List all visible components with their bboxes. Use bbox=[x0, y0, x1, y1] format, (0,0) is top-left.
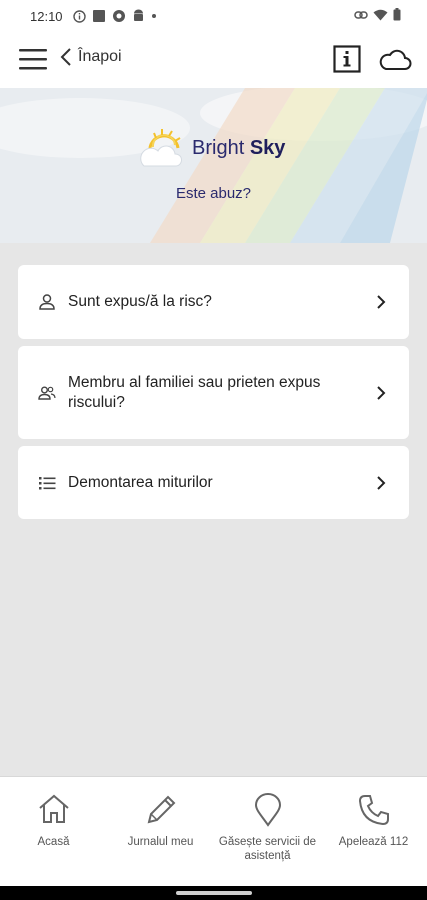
brand-name-light: Bright bbox=[192, 136, 245, 159]
list-icon bbox=[39, 476, 56, 489]
info-box-icon bbox=[333, 45, 361, 73]
status-system-icons bbox=[354, 8, 401, 21]
status-notification-icons bbox=[72, 9, 157, 23]
chevron-right-icon bbox=[377, 295, 386, 309]
chevron-left-icon bbox=[60, 48, 71, 66]
square-icon bbox=[92, 10, 105, 22]
cloud-button[interactable] bbox=[378, 46, 412, 74]
hamburger-menu-icon bbox=[19, 49, 47, 70]
home-icon bbox=[38, 794, 69, 823]
card-label: Demontarea miturilor bbox=[68, 473, 213, 491]
brand-name-bold: Sky bbox=[249, 136, 286, 159]
dot-icon bbox=[151, 14, 156, 18]
info-circle-icon bbox=[72, 9, 86, 23]
card-label: Sunt expus/ă la risc? bbox=[68, 293, 212, 310]
status-bar: 12:10 bbox=[0, 0, 427, 32]
menu-button[interactable] bbox=[18, 45, 48, 75]
person-icon bbox=[39, 294, 55, 310]
people-icon bbox=[38, 386, 56, 400]
card-label: Membru al familiei sau prieten expus ris… bbox=[68, 373, 321, 411]
location-pin-icon bbox=[254, 793, 281, 827]
nav-label: Apelează 112 bbox=[338, 836, 409, 848]
cloud-icon bbox=[379, 49, 412, 70]
page-title: Este abuz? bbox=[175, 185, 252, 202]
sun-cloud-logo-icon bbox=[140, 129, 182, 167]
android-icon bbox=[133, 9, 143, 21]
brand-name: Bright Sky bbox=[192, 137, 285, 160]
gesture-bar bbox=[0, 886, 427, 900]
back-label: Înapoi bbox=[78, 48, 122, 65]
phone-icon bbox=[358, 795, 389, 826]
status-time: 12:10 bbox=[30, 8, 63, 24]
battery-icon bbox=[393, 8, 401, 21]
nav-label: Găsește servicii de asistență bbox=[218, 836, 317, 862]
pencil-icon bbox=[147, 795, 175, 824]
brand-logo: Bright Sky bbox=[140, 126, 285, 170]
link-icon bbox=[354, 10, 368, 19]
nav-journal[interactable]: Jurnalul meu bbox=[107, 777, 214, 887]
nav-label: Acasă bbox=[37, 836, 70, 848]
bottom-navigation: Acasă Jurnalul meu Găsește servicii de a… bbox=[0, 776, 427, 887]
card-myths[interactable]: Demontarea miturilor bbox=[18, 446, 409, 519]
chevron-right-icon bbox=[377, 475, 386, 490]
card-family-friend[interactable]: Membru al familiei sau prieten expus ris… bbox=[18, 346, 409, 439]
nav-home[interactable]: Acasă bbox=[0, 777, 107, 887]
wifi-icon bbox=[373, 9, 388, 20]
header-banner: Bright Sky Este abuz? bbox=[0, 88, 427, 243]
info-button[interactable] bbox=[333, 45, 361, 73]
app-bar: Înapoi bbox=[0, 32, 427, 88]
nav-call-112[interactable]: Apelează 112 bbox=[320, 777, 427, 887]
card-at-risk[interactable]: Sunt expus/ă la risc? bbox=[18, 265, 409, 339]
chevron-right-icon bbox=[377, 385, 386, 400]
home-gesture-handle[interactable] bbox=[176, 891, 252, 895]
record-icon bbox=[112, 10, 125, 22]
back-button[interactable]: Înapoi bbox=[60, 47, 122, 67]
nav-label: Jurnalul meu bbox=[127, 836, 194, 848]
nav-find-services[interactable]: Găsește servicii de asistență bbox=[214, 777, 321, 887]
